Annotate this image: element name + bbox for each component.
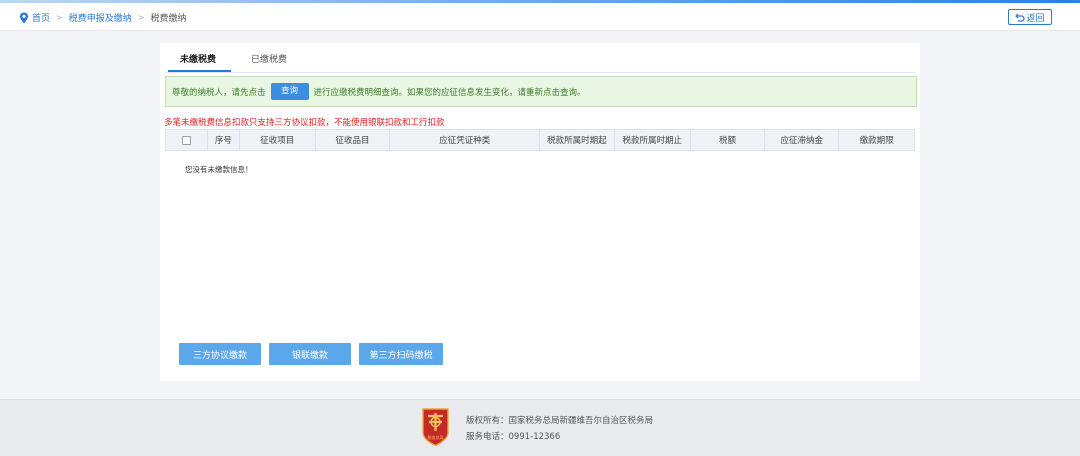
select-all-checkbox[interactable] [181, 135, 191, 145]
column-header: 应征凭证种类 [390, 130, 540, 150]
query-button[interactable]: 查询 [270, 83, 309, 100]
notice-suffix: 进行应缴税费明细查询。如果您的应征信息发生变化，请重新点击查询。 [313, 87, 586, 98]
breadcrumb-separator: > [137, 13, 145, 22]
column-header: 应征滞纳金 [765, 130, 840, 150]
third-party-qr-payment-button[interactable]: 第三方扫码缴税 [359, 343, 443, 365]
select-all-cell [166, 130, 208, 150]
top-bar: 首页 > 税费申报及缴纳 > 税费缴纳 返回 [0, 3, 1080, 31]
column-header: 缴款期限 [859, 136, 894, 146]
column-header: 征收品目 [316, 130, 391, 150]
breadcrumb-tax-declaration-link[interactable]: 税费申报及缴纳 [69, 11, 132, 24]
return-arrow-icon [1015, 13, 1026, 22]
footer-copyright: 版权所有：国家税务总局新疆维吾尔自治区税务局 [466, 416, 654, 426]
action-buttons: 三方协议缴款 银联缴款 第三方扫码缴税 [179, 343, 451, 365]
tab-paid-taxes[interactable]: 已缴税费 [251, 52, 287, 65]
back-label: 返回 [1026, 13, 1045, 24]
location-pin-icon [20, 12, 28, 23]
tripartite-agreement-payment-button[interactable]: 三方协议缴款 [179, 343, 261, 365]
empty-table-message: 您没有未缴款信息！ [185, 165, 253, 174]
breadcrumb-separator: > [56, 13, 63, 22]
breadcrumb-current: 税费缴纳 [150, 14, 187, 24]
tab-unpaid-taxes[interactable]: 未缴税费 [180, 52, 216, 65]
column-header: 征收项目 [240, 130, 316, 150]
query-notice: 尊敬的纳税人，请先点击 查询 进行应缴税费明细查询。如果您的应征信息发生变化，请… [165, 76, 917, 107]
warning-text: 多笔未缴税费信息扣款只支持三方协议扣款，不能使用银联扣款和工行扣款 [164, 118, 445, 128]
column-header: 序号 [208, 130, 240, 150]
back-button[interactable]: 返回 [1008, 9, 1052, 25]
column-header: 税款所属时期起 [540, 130, 615, 150]
unpaid-tax-table-header: 序号 征收项目 征收品目 应征凭证种类 税款所属时期起 税款所属时期止 税额 应… [165, 129, 915, 151]
column-header: 税款所属时期止 [615, 130, 691, 150]
active-tab-indicator [168, 70, 231, 72]
breadcrumb-home-link[interactable]: 首页 [32, 11, 50, 24]
notice-prefix: 尊敬的纳税人，请先点击 [172, 87, 266, 98]
footer-phone: 服务电话：0991-12366 [466, 432, 561, 442]
main-panel: 未缴税费 已缴税费 尊敬的纳税人，请先点击 查询 进行应缴税费明细查询。如果您的… [160, 43, 920, 381]
tax-emblem: 税务总局 [422, 408, 449, 447]
tab-bar: 未缴税费 已缴税费 [165, 43, 915, 73]
column-header: 税额 [691, 130, 766, 150]
footer: 税务总局 版权所有：国家税务总局新疆维吾尔自治区税务局 服务电话：0991-12… [0, 399, 1080, 456]
unionpay-payment-button[interactable]: 银联缴款 [269, 343, 351, 365]
breadcrumb: 首页 > 税费申报及缴纳 > 税费缴纳 [19, 11, 186, 24]
emblem-text: 税务总局 [428, 434, 444, 440]
